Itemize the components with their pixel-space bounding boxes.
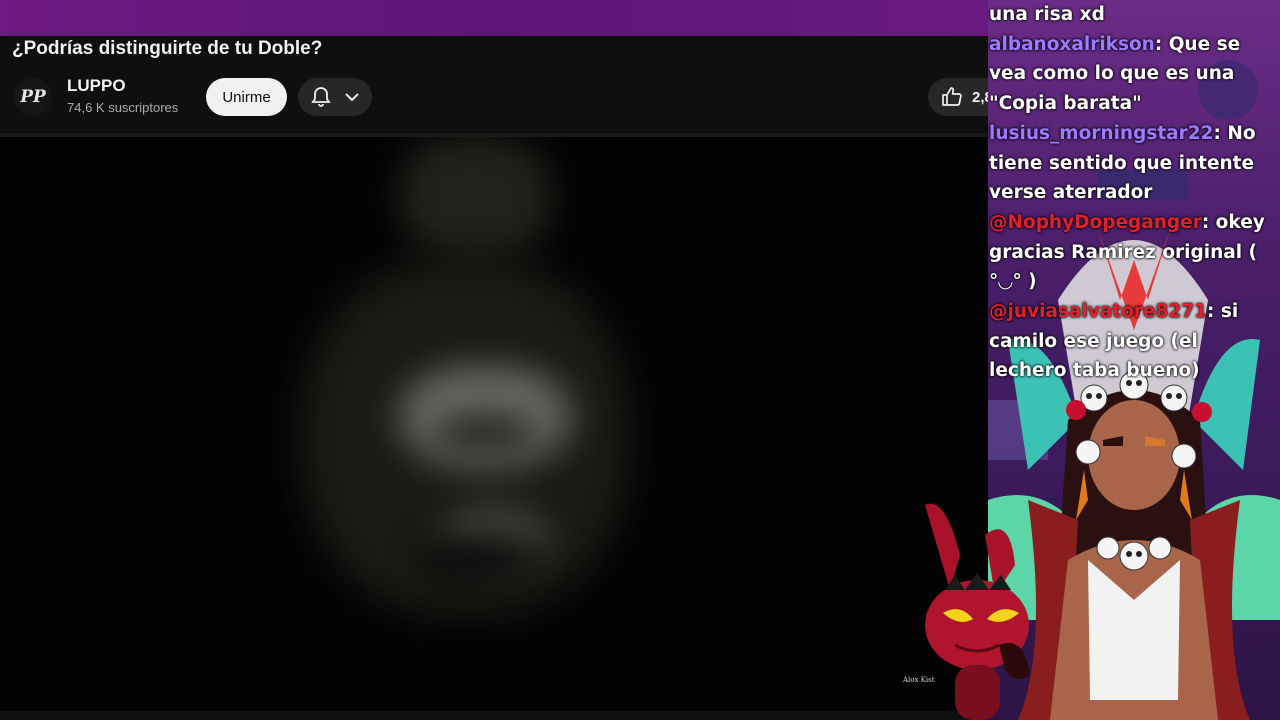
channel-avatar[interactable]: PP xyxy=(14,78,52,116)
avatar-initials: PP xyxy=(20,87,46,107)
chat-message: @NophyDopeganger: okey gracias Ramirez o… xyxy=(989,208,1279,297)
watermark-text: Alox Kist xyxy=(903,676,935,684)
chat-message: albanoxalrikson: Que se vea como lo que … xyxy=(989,30,1279,119)
channel-name[interactable]: LUPPO xyxy=(67,76,126,96)
video-bottom-bar xyxy=(0,711,988,720)
video-figure-chin xyxy=(420,537,540,577)
chat-username: @NophyDopeganger xyxy=(989,211,1202,233)
chat-message: una risa xd xyxy=(989,0,1279,30)
video-figure-eyes xyxy=(430,417,540,447)
chat-username: @juviasalvatore8271 xyxy=(989,301,1207,323)
mascot-creature xyxy=(925,503,1030,720)
stream-frame-top xyxy=(0,0,988,36)
subscriber-count: 74,6 K suscriptores xyxy=(67,100,179,115)
video-title: ¿Podrías distinguirte de tu Doble? xyxy=(12,38,323,59)
join-button[interactable]: Unirme xyxy=(206,78,287,116)
thumbs-up-icon xyxy=(942,87,962,106)
channel-row: PP LUPPO 74,6 K suscriptores Unirme 2,8 xyxy=(0,76,1008,118)
chat-message: @juviasalvatore8271: si camilo ese juego… xyxy=(989,297,1279,386)
chat-overlay: una risa xd albanoxalrikson: Que se vea c… xyxy=(989,0,1279,386)
video-player[interactable] xyxy=(0,137,988,711)
chat-username: albanoxalrikson xyxy=(989,33,1155,55)
chat-username: lusius_morningstar22 xyxy=(989,122,1214,144)
chat-text: una risa xd xyxy=(989,4,1105,25)
chevron-down-icon xyxy=(345,93,360,102)
video-figure-head xyxy=(400,137,550,257)
chat-message: lusius_morningstar22: No tiene sentido q… xyxy=(989,119,1279,208)
notification-button[interactable] xyxy=(298,78,372,116)
bell-icon xyxy=(310,87,331,107)
